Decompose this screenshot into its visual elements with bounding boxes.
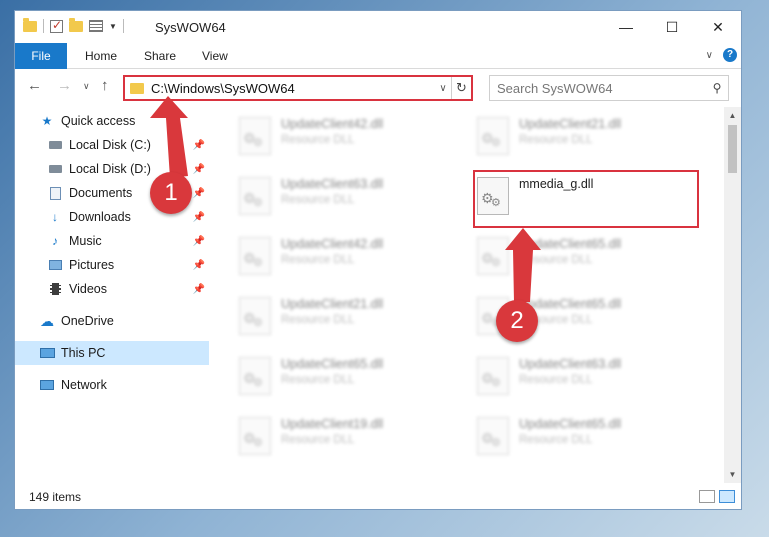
step-badge-1: 1 <box>150 172 192 214</box>
download-icon: ↓ <box>52 210 58 224</box>
dll-file-icon <box>239 357 271 395</box>
dll-file-icon <box>477 357 509 395</box>
scroll-down-icon[interactable]: ▼ <box>724 466 741 483</box>
pin-icon[interactable]: 📌 <box>193 284 205 295</box>
refresh-icon[interactable]: ↻ <box>451 77 471 99</box>
sidebar-item-videos[interactable]: Videos 📌 <box>15 277 209 301</box>
scrollbar-thumb[interactable] <box>728 125 737 173</box>
step-badge-2: 2 <box>496 300 538 342</box>
target-dll-file[interactable]: mmedia_g.dll <box>477 173 697 225</box>
list-item[interactable]: UpdateClient42.dllResource DLL <box>239 113 459 165</box>
tab-share[interactable]: Share <box>144 43 176 69</box>
pin-icon[interactable]: 📌 <box>193 212 205 223</box>
sidebar-item-network[interactable]: Network <box>15 373 209 397</box>
network-icon <box>39 378 55 392</box>
pin-icon[interactable]: 📌 <box>193 260 205 271</box>
scroll-up-icon[interactable]: ▲ <box>724 107 741 124</box>
tab-view[interactable]: View <box>202 43 228 69</box>
dll-file-icon <box>239 237 271 275</box>
item-count: 149 items <box>29 490 82 504</box>
customize-icon[interactable] <box>89 20 103 32</box>
dll-file-icon <box>477 237 509 275</box>
sidebar-item-quick-access[interactable]: ★ Quick access <box>15 109 209 133</box>
search-icon[interactable]: ⚲ <box>706 81 728 95</box>
list-item[interactable]: UpdateClient21.dllResource DLL <box>239 293 459 345</box>
maximize-button[interactable]: ☐ <box>649 11 695 43</box>
list-item[interactable]: UpdateClient63.dllResource DLL <box>477 353 697 405</box>
pin-icon[interactable]: 📌 <box>193 164 205 175</box>
vertical-scrollbar[interactable]: ▲ ▼ <box>724 107 741 483</box>
navigation-bar: ← → ∨ ↑ C:\Windows\SysWOW64 ∨ ↻ Search S… <box>15 71 741 103</box>
chevron-down-icon[interactable]: ∨ <box>435 83 451 94</box>
documents-icon <box>47 186 63 200</box>
title-bar: ▼ SysWOW64 — ☐ ✕ <box>15 11 741 43</box>
details-view-icon[interactable] <box>699 490 715 503</box>
back-arrow-icon[interactable]: ← <box>27 77 42 94</box>
dll-file-icon <box>239 297 271 335</box>
search-box[interactable]: Search SysWOW64 ⚲ <box>489 75 729 101</box>
window-controls: — ☐ ✕ <box>603 11 741 43</box>
chevron-down-icon[interactable]: ▼ <box>109 22 117 31</box>
music-icon: ♪ <box>52 234 58 248</box>
new-folder-icon[interactable] <box>69 17 83 32</box>
dll-file-icon <box>239 177 271 215</box>
pin-icon[interactable]: 📌 <box>193 188 205 199</box>
list-item[interactable]: UpdateClient63.dllResource DLL <box>239 173 459 225</box>
folder-icon <box>130 82 144 94</box>
sidebar-item-pictures[interactable]: Pictures 📌 <box>15 253 209 277</box>
dll-file-icon <box>239 117 271 155</box>
up-arrow-icon[interactable]: ↑ <box>101 77 109 94</box>
expand-ribbon-icon[interactable]: ∨ <box>706 50 713 61</box>
dll-file-icon <box>477 417 509 455</box>
quick-access-toolbar: ▼ <box>23 17 124 33</box>
list-item[interactable]: UpdateClient65.dllResource DLL <box>239 353 459 405</box>
cloud-icon: ☁ <box>40 312 54 329</box>
sidebar-item-music[interactable]: ♪ Music 📌 <box>15 229 209 253</box>
help-icon[interactable]: ? <box>723 48 737 62</box>
file-list: UpdateClient42.dllResource DLL UpdateCli… <box>215 107 727 483</box>
dll-file-icon <box>239 417 271 455</box>
recent-locations-chevron-icon[interactable]: ∨ <box>83 81 90 92</box>
window-title: SysWOW64 <box>155 20 226 35</box>
list-item[interactable]: UpdateClient65.dllResource DLL <box>477 413 697 465</box>
sidebar-item-this-pc[interactable]: This PC <box>15 341 209 365</box>
sidebar-item-onedrive[interactable]: ☁ OneDrive <box>15 309 209 333</box>
properties-check-icon[interactable] <box>50 18 63 33</box>
list-item[interactable]: UpdateClient65.dllResource DLL <box>477 233 697 285</box>
close-button[interactable]: ✕ <box>695 11 741 43</box>
large-icons-view-icon[interactable] <box>719 490 735 503</box>
address-bar[interactable]: C:\Windows\SysWOW64 ∨ ↻ <box>123 75 473 101</box>
address-path[interactable]: C:\Windows\SysWOW64 <box>151 81 435 96</box>
tab-file[interactable]: File <box>15 43 67 69</box>
forward-arrow-icon[interactable]: → <box>57 77 72 94</box>
tab-home[interactable]: Home <box>85 43 117 69</box>
minimize-button[interactable]: — <box>603 11 649 43</box>
search-input[interactable]: Search SysWOW64 <box>497 81 706 96</box>
dll-file-icon <box>477 177 509 215</box>
pin-icon[interactable]: 📌 <box>193 236 205 247</box>
drive-icon <box>47 162 63 176</box>
star-icon: ★ <box>41 114 53 128</box>
drive-icon <box>47 138 63 152</box>
computer-icon <box>39 346 55 360</box>
ribbon-tabs: File Home Share View ∨ ? <box>15 43 741 69</box>
dll-file-icon <box>477 117 509 155</box>
videos-icon <box>47 282 63 296</box>
list-item[interactable]: UpdateClient19.dllResource DLL <box>239 413 459 465</box>
navigation-pane: ★ Quick access Local Disk (C:) 📌 Local D… <box>15 107 209 483</box>
sidebar-item-local-disk-c[interactable]: Local Disk (C:) 📌 <box>15 133 209 157</box>
pictures-icon <box>47 258 63 272</box>
pin-icon[interactable]: 📌 <box>193 140 205 151</box>
list-item[interactable]: UpdateClient42.dllResource DLL <box>239 233 459 285</box>
folder-icon[interactable] <box>23 17 37 32</box>
status-bar: 149 items <box>15 485 741 509</box>
list-item[interactable]: UpdateClient21.dllResource DLL <box>477 113 697 165</box>
explorer-window: ▼ SysWOW64 — ☐ ✕ File Home Share View ∨ … <box>14 10 742 510</box>
